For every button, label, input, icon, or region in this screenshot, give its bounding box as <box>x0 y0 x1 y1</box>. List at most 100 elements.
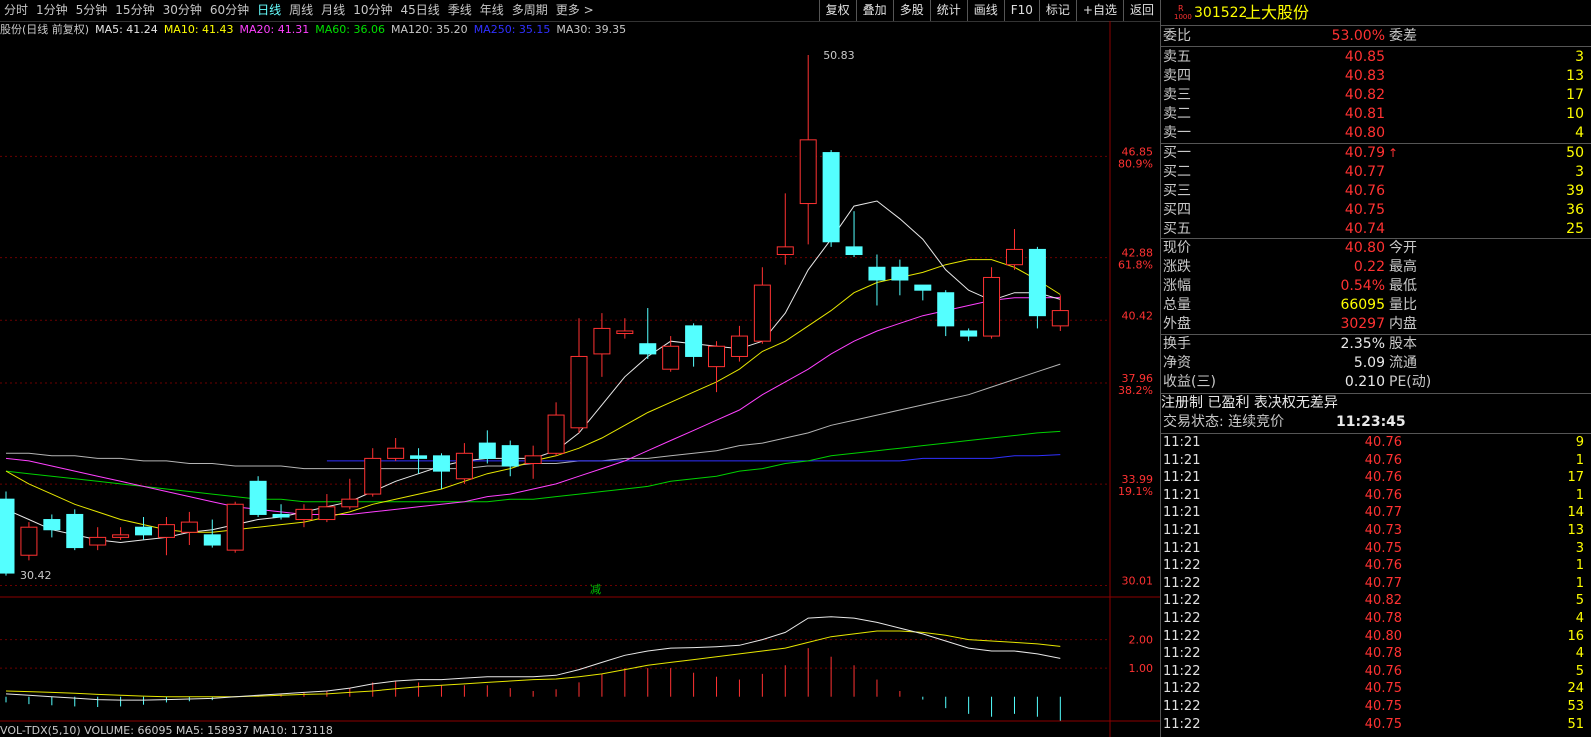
book-volume: 4 <box>1575 125 1584 141</box>
candle-body <box>20 526 38 556</box>
book-row[interactable]: 卖五 40.85 3 <box>1161 48 1591 67</box>
tick-price: 40.76 <box>1364 435 1402 450</box>
tool-button[interactable]: 返回 <box>1122 0 1160 21</box>
period-tab[interactable]: 5分钟 <box>72 0 112 21</box>
book-row[interactable]: 卖二 40.81 10 <box>1161 105 1591 124</box>
tool-button[interactable]: F10 <box>1003 0 1039 21</box>
tick-row: 11:22 40.75 53 <box>1161 698 1591 716</box>
tick-time: 11:22 <box>1163 575 1201 591</box>
tool-button[interactable]: +自选 <box>1075 0 1123 21</box>
candle <box>66 509 84 551</box>
candle <box>593 313 611 377</box>
candle <box>341 478 359 510</box>
book-row[interactable]: 买五 40.74 25 <box>1161 220 1591 239</box>
quote-label: 涨幅 <box>1163 278 1191 294</box>
candle <box>112 527 130 540</box>
tick-time: 11:22 <box>1163 716 1201 732</box>
period-tab[interactable]: 季线 <box>444 0 476 21</box>
candle <box>845 211 863 258</box>
candle <box>135 517 153 540</box>
quote-label2: 内盘 <box>1389 316 1417 332</box>
candle-body <box>891 266 909 281</box>
quote-row: 总量 66095 量比 <box>1161 296 1591 315</box>
tool-button[interactable]: 标记 <box>1038 0 1076 21</box>
quote-label2: 今开 <box>1389 240 1417 256</box>
fund-label: 净资 <box>1163 355 1191 371</box>
tool-button[interactable]: 多股 <box>892 0 930 21</box>
low-label: 30.42 <box>20 569 52 582</box>
candle-body <box>432 455 450 472</box>
fund-label: 收益(三) <box>1163 374 1216 390</box>
tick-volume: 24 <box>1567 681 1584 697</box>
candle-body <box>364 457 382 495</box>
kline-chart[interactable]: 46.8580.9%42.8861.8%40.4237.9638.2%33.99… <box>0 21 1160 737</box>
tick-volume: 9 <box>1575 435 1584 450</box>
candle-body <box>868 266 886 281</box>
candle-body <box>685 325 703 357</box>
up-arrow-icon: ↑ <box>1388 146 1399 160</box>
period-tab[interactable]: 15分钟 <box>111 0 158 21</box>
book-price: 40.83 <box>1344 68 1385 84</box>
quote-value: 66095 <box>1340 297 1385 313</box>
book-row[interactable]: 买二 40.77 3 <box>1161 163 1591 182</box>
candle-body <box>753 284 771 342</box>
tick-row: 11:21 40.77 14 <box>1161 504 1591 522</box>
candle-body <box>135 526 153 536</box>
volume-legend: VOL-TDX(5,10) VOLUME: 66095 MA5: 158937 … <box>0 724 333 737</box>
candle <box>478 430 496 464</box>
tick-time: 11:22 <box>1163 593 1201 609</box>
book-volume: 3 <box>1575 164 1584 180</box>
stock-code: 301522 <box>1194 5 1248 21</box>
tick-row: 11:21 40.76 1 <box>1161 487 1591 505</box>
book-row[interactable]: 卖三 40.82 17 <box>1161 86 1591 105</box>
book-row[interactable]: 买三 40.76 39 <box>1161 182 1591 201</box>
tool-button[interactable]: 复权 <box>818 0 856 21</box>
tick-row: 11:22 40.75 51 <box>1161 716 1591 734</box>
macd-tick: 1.00 <box>1129 662 1154 675</box>
fund-row: 收益(三) 0.210 PE(动) <box>1161 373 1591 392</box>
quote-row: 外盘 30297 内盘 <box>1161 315 1591 334</box>
candle-body <box>639 343 657 355</box>
stock-header: R 1000 301522 上大股份 <box>1161 2 1591 24</box>
book-row[interactable]: 买一 40.79 50 ↑ <box>1161 144 1591 163</box>
period-tab[interactable]: 年线 <box>476 0 508 21</box>
book-row[interactable]: 卖一 40.80 4 <box>1161 124 1591 143</box>
book-label: 买二 <box>1163 164 1191 180</box>
period-tab[interactable]: 多周期 <box>508 0 552 21</box>
quote-label2: 最高 <box>1389 259 1417 275</box>
period-tab[interactable]: 日线 <box>253 0 285 21</box>
book-volume: 10 <box>1566 106 1584 122</box>
tick-time: 11:21 <box>1163 470 1201 486</box>
tick-price: 40.76 <box>1364 558 1402 574</box>
tick-volume: 53 <box>1567 699 1584 714</box>
period-tab[interactable]: 10分钟 <box>349 0 396 21</box>
divider <box>1161 46 1591 47</box>
candle <box>501 440 519 477</box>
period-tab[interactable]: 月线 <box>317 0 349 21</box>
tool-button[interactable]: 叠加 <box>855 0 893 21</box>
book-label: 卖一 <box>1163 125 1191 141</box>
candle <box>1028 246 1046 329</box>
book-row[interactable]: 买四 40.75 36 <box>1161 201 1591 220</box>
candle <box>387 438 405 461</box>
period-tab[interactable]: 30分钟 <box>159 0 206 21</box>
book-row[interactable]: 卖四 40.83 13 <box>1161 67 1591 86</box>
period-tab[interactable]: 分时 <box>0 0 32 21</box>
tool-button[interactable]: 画线 <box>966 0 1004 21</box>
period-tab[interactable]: 45日线 <box>396 0 443 21</box>
candle <box>799 54 817 245</box>
candle <box>868 254 886 306</box>
period-tab[interactable]: 更多 > <box>552 0 598 21</box>
period-tab[interactable]: 周线 <box>285 0 317 21</box>
tick-price: 40.73 <box>1364 523 1402 538</box>
tick-price: 40.75 <box>1364 716 1402 732</box>
tool-button[interactable]: 统计 <box>929 0 967 21</box>
candle <box>547 402 565 456</box>
tick-volume: 3 <box>1575 540 1584 556</box>
period-tab[interactable]: 1分钟 <box>32 0 72 21</box>
period-tab[interactable]: 60分钟 <box>206 0 253 21</box>
quote-row: 现价 40.80 今开 <box>1161 239 1591 258</box>
candle-body <box>593 327 611 355</box>
tick-row: 11:21 40.76 1 <box>1161 452 1591 470</box>
book-volume: 25 <box>1566 221 1584 237</box>
